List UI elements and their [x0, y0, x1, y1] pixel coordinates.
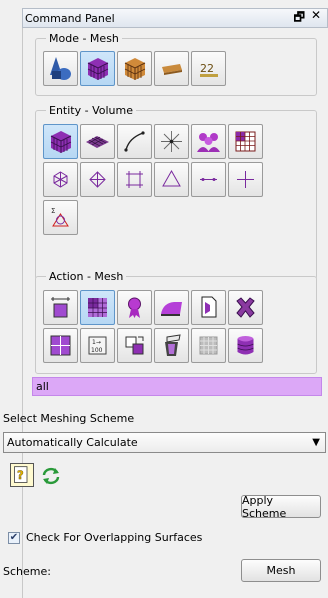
- action-group-legend: Action - Mesh: [46, 270, 127, 283]
- geometry-mode-button[interactable]: [43, 51, 78, 86]
- node-vertex-icon: [53, 171, 68, 188]
- paste-mesh-action-button[interactable]: [117, 328, 152, 363]
- entities-to-mesh-input[interactable]: all: [32, 377, 322, 396]
- vertex-icon: [161, 131, 182, 152]
- meshing-scheme-value: Automatically Calculate: [7, 436, 138, 449]
- close-icon[interactable]: ✕: [311, 8, 321, 29]
- surface-icon: [86, 136, 109, 148]
- panel-title: Command Panel: [25, 11, 115, 25]
- volume-entity-button[interactable]: [43, 124, 78, 159]
- surface-entity-button[interactable]: [80, 124, 115, 159]
- tri-element-button[interactable]: [154, 162, 189, 197]
- copy-mesh-icon: [201, 296, 217, 318]
- grid-icon: [235, 131, 256, 152]
- interval-matching-icon: 1→ 100: [88, 336, 107, 355]
- float-window-icon[interactable]: 🗗: [294, 8, 305, 29]
- delete-x-icon: [236, 297, 255, 318]
- smooth-iron-icon: [161, 302, 182, 316]
- help-button[interactable]: ?: [10, 463, 34, 487]
- mode-group-legend: Mode - Mesh: [46, 32, 122, 45]
- vertex-entity-button[interactable]: [154, 124, 189, 159]
- refine-action-button[interactable]: [43, 328, 78, 363]
- analysis-icon: 22: [200, 62, 218, 77]
- entity-group-legend: Entity - Volume: [46, 104, 136, 117]
- triangle-element-icon: [162, 169, 181, 187]
- interval-action-button[interactable]: [43, 290, 78, 325]
- mode-group: Mode - Mesh 22: [35, 32, 317, 96]
- svg-text:22: 22: [200, 62, 214, 75]
- brown-mesh-cube-icon: [124, 58, 146, 80]
- analysis-mode-button[interactable]: 22: [191, 51, 226, 86]
- material-block-icon: [162, 64, 182, 75]
- volume-icon: [50, 131, 72, 153]
- select-meshing-scheme-label: Select Meshing Scheme: [3, 412, 135, 425]
- mesh-mode-button[interactable]: [80, 51, 115, 86]
- quality-action-button[interactable]: [117, 290, 152, 325]
- cleanup-brush-icon: [165, 334, 181, 356]
- copy-mesh-action-button[interactable]: [191, 290, 226, 325]
- paste-mesh-icon: [125, 336, 144, 355]
- scheme-status-label: Scheme:: [3, 565, 51, 578]
- edge-element-button[interactable]: [191, 162, 226, 197]
- refresh-arrows-icon: [42, 467, 60, 485]
- entity-group: Entity - Volume Σ: [35, 104, 317, 284]
- smooth-action-button[interactable]: [154, 290, 189, 325]
- sideset-icon: Σ: [51, 207, 69, 227]
- action-group: Action - Mesh 1→ 100: [35, 270, 317, 374]
- diamond-node-icon: [89, 171, 106, 188]
- curve-entity-button[interactable]: [117, 124, 152, 159]
- command-panel-titlebar: Command Panel 🗗 ✕: [22, 8, 328, 28]
- dropdown-arrow-icon: ▼: [312, 437, 320, 448]
- materials-mode-button[interactable]: [154, 51, 189, 86]
- mesh-scheme-icon: [88, 298, 107, 317]
- quad-element-button[interactable]: [117, 162, 152, 197]
- geometry-shapes-icon: [50, 57, 71, 80]
- svg-text:100: 100: [91, 347, 103, 354]
- apply-scheme-button[interactable]: Apply Scheme: [241, 494, 321, 520]
- group-icon: [197, 133, 220, 152]
- mesh-cube-icon: [87, 58, 109, 80]
- group-entity-button[interactable]: [191, 124, 226, 159]
- interval-icon: [51, 297, 70, 318]
- refine-icon: [50, 335, 71, 356]
- cleanup-action-button[interactable]: [154, 328, 189, 363]
- edge-element-icon: [200, 178, 217, 181]
- curve-icon: [124, 131, 145, 152]
- grey-grid-icon: [199, 336, 218, 355]
- overlap-check-label: Check For Overlapping Surfaces: [26, 531, 203, 544]
- node-point-button[interactable]: [228, 162, 263, 197]
- refresh-button[interactable]: [40, 466, 62, 486]
- svg-text:?: ?: [17, 468, 24, 482]
- node-vertex-button[interactable]: [43, 162, 78, 197]
- boundary-mode-button[interactable]: [117, 51, 152, 86]
- mesh-grid-entity-button[interactable]: [228, 124, 263, 159]
- grid-mesh-action-button[interactable]: [191, 328, 226, 363]
- quality-ribbon-icon: [128, 297, 141, 318]
- interval-matching-action-button[interactable]: 1→ 100: [80, 328, 115, 363]
- square-element-icon: [126, 171, 143, 188]
- svg-text:Σ: Σ: [51, 207, 55, 215]
- sweep-action-button[interactable]: [228, 328, 263, 363]
- mesh-scheme-action-button[interactable]: [80, 290, 115, 325]
- mesh-button[interactable]: Mesh: [241, 559, 321, 582]
- meshing-scheme-select[interactable]: Automatically Calculate ▼: [3, 432, 326, 453]
- surface-node-button[interactable]: [80, 162, 115, 197]
- delete-mesh-action-button[interactable]: [228, 290, 263, 325]
- node-point-icon: [237, 171, 254, 188]
- sweep-cylinder-icon: [237, 336, 254, 355]
- svg-text:1→: 1→: [92, 339, 101, 346]
- help-question-icon: ?: [14, 466, 28, 483]
- overlap-checkbox[interactable]: ✔: [8, 532, 20, 544]
- sideset-button[interactable]: Σ: [43, 200, 78, 235]
